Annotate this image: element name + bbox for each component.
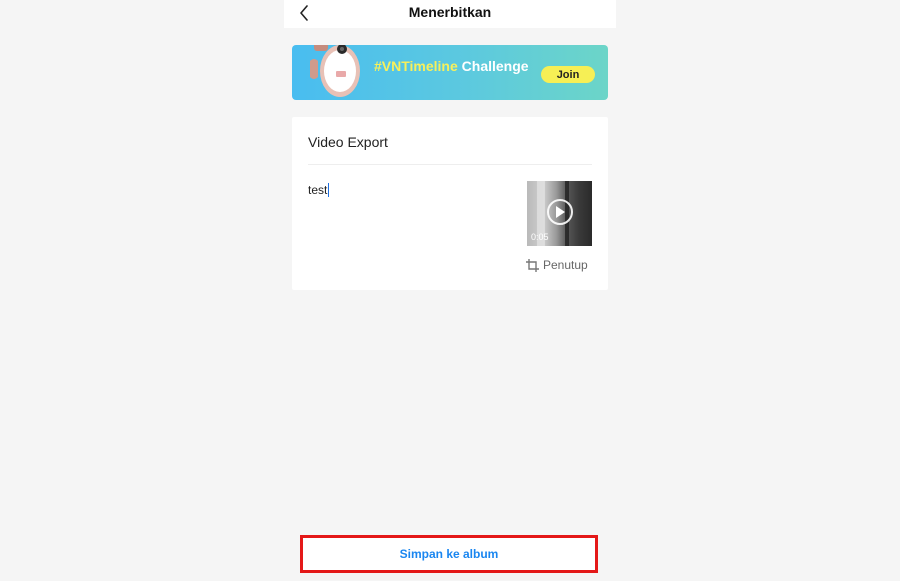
card-title: Video Export [308, 134, 388, 150]
join-button[interactable]: Join [541, 66, 595, 83]
crop-icon [526, 258, 539, 272]
challenge-banner[interactable]: #VNTimeline Challenge Join [292, 45, 608, 100]
cover-button[interactable]: Penutup [526, 257, 606, 273]
camera-device-icon [310, 45, 360, 97]
video-duration: 0:05 [531, 232, 549, 242]
challenge-text: #VNTimeline Challenge [374, 58, 529, 74]
divider [308, 164, 592, 165]
description-text: test [308, 183, 328, 197]
cover-label: Penutup [543, 258, 588, 272]
challenge-hashtag: #VNTimeline [374, 58, 458, 74]
play-icon [547, 199, 573, 225]
save-to-album-button[interactable]: Simpan ke album [300, 535, 598, 573]
page-title: Menerbitkan [408, 4, 492, 20]
video-thumbnail[interactable]: 0:05 [527, 181, 592, 246]
top-bar: Menerbitkan [284, 0, 616, 28]
text-caret [328, 183, 330, 197]
description-input[interactable]: test [308, 181, 508, 199]
video-export-card: Video Export test 0:05 Penutup [292, 117, 608, 290]
save-to-album-label: Simpan ke album [399, 547, 499, 561]
challenge-label: Challenge [457, 58, 529, 74]
